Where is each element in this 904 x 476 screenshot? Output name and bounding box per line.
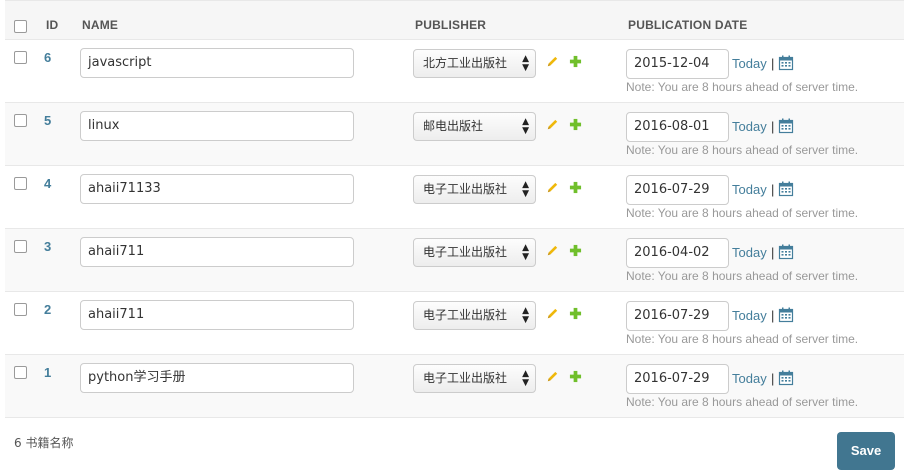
table-row: 6 javascript 北方工业出版社 ▲ ▼ 2015-12-04 Today… [5, 40, 904, 103]
link-separator: | [771, 371, 775, 386]
row-checkbox[interactable] [14, 240, 27, 253]
publication-date-input[interactable]: 2015-12-04 [626, 49, 729, 79]
row-checkbox[interactable] [14, 177, 27, 190]
timezone-note: Note: You are 8 hours ahead of server ti… [626, 395, 859, 409]
updown-arrows-icon: ▲ ▼ [522, 116, 529, 136]
row-id-link[interactable]: 3 [44, 239, 51, 254]
updown-arrows-icon: ▲ ▼ [522, 305, 529, 325]
publisher-selected-value: 电子工业出版社 [423, 371, 508, 385]
changelist-table: ID NAME PUBLISHER PUBLICATION DATE 6 jav… [5, 0, 904, 418]
name-input[interactable]: javascript [80, 48, 354, 78]
table-row: 2 ahaii711 电子工业出版社 ▲ ▼ 2016-07-29 Today | [5, 292, 904, 355]
name-input[interactable]: ahaii711 [80, 300, 354, 330]
publisher-select[interactable]: 邮电出版社 ▲ ▼ [413, 112, 536, 141]
today-link[interactable]: Today [732, 119, 767, 134]
row-id-link[interactable]: 5 [44, 113, 51, 128]
timezone-note: Note: You are 8 hours ahead of server ti… [626, 206, 859, 220]
updown-arrows-icon: ▲ ▼ [522, 368, 529, 388]
publication-date-input[interactable]: 2016-07-29 [626, 301, 729, 331]
save-button[interactable]: Save [837, 432, 895, 470]
today-link[interactable]: Today [732, 56, 767, 71]
pencil-icon[interactable] [545, 117, 560, 132]
table-row: 5 linux 邮电出版社 ▲ ▼ 2016-08-01 Today | Note [5, 103, 904, 166]
publication-date-input[interactable]: 2016-04-02 [626, 238, 729, 268]
publisher-selected-value: 电子工业出版社 [423, 245, 508, 259]
today-link[interactable]: Today [732, 182, 767, 197]
publication-date-input[interactable]: 2016-07-29 [626, 364, 729, 394]
column-header-publication-date[interactable]: PUBLICATION DATE [628, 18, 747, 32]
row-checkbox[interactable] [14, 114, 27, 127]
pencil-icon[interactable] [545, 369, 560, 384]
calendar-icon[interactable] [778, 181, 794, 197]
timezone-note: Note: You are 8 hours ahead of server ti… [626, 143, 859, 157]
table-row: 4 ahaii71133 电子工业出版社 ▲ ▼ 2016-07-29 Today… [5, 166, 904, 229]
publisher-select[interactable]: 电子工业出版社 ▲ ▼ [413, 364, 536, 393]
plus-icon[interactable] [569, 307, 582, 320]
plus-icon[interactable] [569, 181, 582, 194]
pencil-icon[interactable] [545, 306, 560, 321]
link-separator: | [771, 308, 775, 323]
link-separator: | [771, 182, 775, 197]
name-input[interactable]: python学习手册 [80, 363, 354, 393]
table-row: 1 python学习手册 电子工业出版社 ▲ ▼ 2016-07-29 Today… [5, 355, 904, 418]
pencil-icon[interactable] [545, 180, 560, 195]
today-link[interactable]: Today [732, 245, 767, 260]
name-input[interactable]: ahaii711 [80, 237, 354, 267]
publisher-select[interactable]: 电子工业出版社 ▲ ▼ [413, 301, 536, 330]
publisher-selected-value: 电子工业出版社 [423, 308, 508, 322]
row-id-link[interactable]: 6 [44, 50, 51, 65]
pencil-icon[interactable] [545, 243, 560, 258]
result-count: 6 书籍名称 [14, 436, 74, 450]
plus-icon[interactable] [569, 370, 582, 383]
today-link[interactable]: Today [732, 371, 767, 386]
calendar-icon[interactable] [778, 55, 794, 71]
timezone-note: Note: You are 8 hours ahead of server ti… [626, 269, 859, 283]
link-separator: | [771, 56, 775, 71]
publisher-select[interactable]: 电子工业出版社 ▲ ▼ [413, 175, 536, 204]
name-input[interactable]: linux [80, 111, 354, 141]
pencil-icon[interactable] [545, 54, 560, 69]
row-checkbox[interactable] [14, 51, 27, 64]
publisher-select[interactable]: 电子工业出版社 ▲ ▼ [413, 238, 536, 267]
publisher-select[interactable]: 北方工业出版社 ▲ ▼ [413, 49, 536, 78]
publication-date-input[interactable]: 2016-07-29 [626, 175, 729, 205]
table-header: ID NAME PUBLISHER PUBLICATION DATE [5, 0, 904, 40]
today-link[interactable]: Today [732, 308, 767, 323]
plus-icon[interactable] [569, 118, 582, 131]
publisher-selected-value: 电子工业出版社 [423, 182, 508, 196]
column-header-name[interactable]: NAME [82, 18, 118, 32]
timezone-note: Note: You are 8 hours ahead of server ti… [626, 332, 859, 346]
updown-arrows-icon: ▲ ▼ [522, 242, 529, 262]
updown-arrows-icon: ▲ ▼ [522, 53, 529, 73]
plus-icon[interactable] [569, 55, 582, 68]
publisher-selected-value: 邮电出版社 [423, 119, 484, 133]
updown-arrows-icon: ▲ ▼ [522, 179, 529, 199]
plus-icon[interactable] [569, 244, 582, 257]
row-id-link[interactable]: 1 [44, 365, 51, 380]
table-row: 3 ahaii711 电子工业出版社 ▲ ▼ 2016-04-02 Today | [5, 229, 904, 292]
calendar-icon[interactable] [778, 370, 794, 386]
link-separator: | [771, 119, 775, 134]
row-id-link[interactable]: 4 [44, 176, 51, 191]
publication-date-input[interactable]: 2016-08-01 [626, 112, 729, 142]
row-checkbox[interactable] [14, 303, 27, 316]
column-header-id[interactable]: ID [46, 18, 58, 32]
calendar-icon[interactable] [778, 244, 794, 260]
calendar-icon[interactable] [778, 307, 794, 323]
publisher-selected-value: 北方工业出版社 [423, 56, 508, 70]
timezone-note: Note: You are 8 hours ahead of server ti… [626, 80, 859, 94]
row-checkbox[interactable] [14, 366, 27, 379]
calendar-icon[interactable] [778, 118, 794, 134]
changelist-footer: 6 书籍名称 Save [0, 420, 904, 476]
table-body: 6 javascript 北方工业出版社 ▲ ▼ 2015-12-04 Today… [5, 40, 904, 418]
select-all-checkbox[interactable] [14, 20, 27, 33]
row-id-link[interactable]: 2 [44, 302, 51, 317]
column-header-publisher[interactable]: PUBLISHER [415, 18, 486, 32]
name-input[interactable]: ahaii71133 [80, 174, 354, 204]
link-separator: | [771, 245, 775, 260]
